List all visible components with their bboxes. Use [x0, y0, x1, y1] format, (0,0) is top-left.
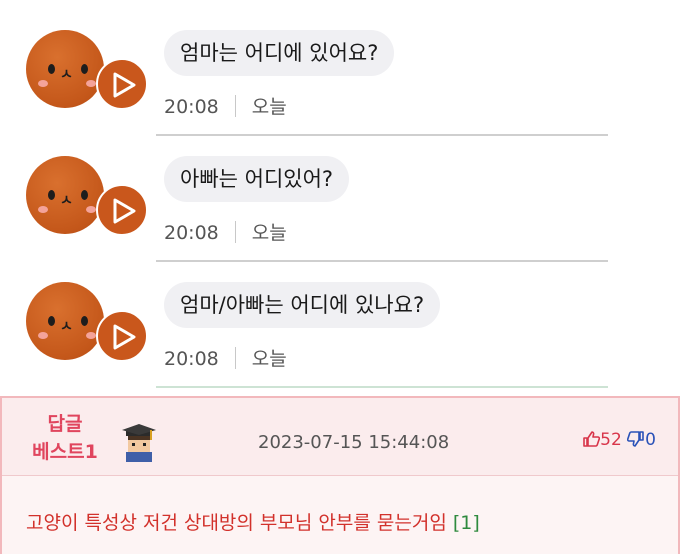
message-time: 20:08: [164, 96, 219, 118]
meta-separator: [234, 95, 236, 117]
cat-avatar-icon: ㅅ: [26, 282, 104, 360]
badge-line2: 베스트1: [32, 441, 98, 463]
message-day: 오늘: [251, 96, 287, 118]
reply-date: 2023-07-15 15:44:08: [258, 432, 450, 453]
play-icon: [113, 198, 136, 224]
play-button[interactable]: [96, 184, 148, 236]
best-reply-badge: 답글 베스트1: [22, 410, 108, 466]
thumbs-up-icon[interactable]: [582, 430, 601, 448]
downvote-count: 0: [645, 430, 656, 450]
vote-group: 52 0: [582, 430, 656, 450]
message-meta: 20:08 오늘: [164, 92, 287, 119]
message-item: ㅅ 엄마는 어디에 있어요? 20:08 오늘: [0, 0, 680, 126]
play-button[interactable]: [96, 58, 148, 110]
message-meta: 20:08 오늘: [164, 344, 287, 371]
cat-avatar-icon: ㅅ: [26, 30, 104, 108]
message-day: 오늘: [251, 222, 287, 244]
user-icon[interactable]: [120, 424, 158, 462]
message-meta: 20:08 오늘: [164, 218, 287, 245]
best-reply: 답글 베스트1 2023-07-15 15:44:08 52 0 고양이 특성상…: [0, 396, 680, 554]
meta-separator: [234, 221, 236, 243]
cat-avatar-icon: ㅅ: [26, 156, 104, 234]
play-icon: [113, 72, 136, 98]
thumbs-down-icon[interactable]: [627, 430, 645, 448]
reply-header: 답글 베스트1 2023-07-15 15:44:08 52 0: [2, 398, 678, 476]
message-day: 오늘: [251, 348, 287, 370]
reply-count[interactable]: [1]: [453, 512, 480, 534]
divider: [156, 386, 608, 388]
play-icon: [113, 324, 136, 350]
message-bubble: 아빠는 어디있어?: [164, 156, 350, 202]
meta-separator: [234, 347, 236, 369]
reply-text[interactable]: 고양이 특성상 저건 상대방의 부모님 안부를 묻는거임 [1]: [26, 508, 480, 535]
message-item: ㅅ 엄마/아빠는 어디에 있나요? 20:08 오늘: [0, 252, 680, 378]
play-button[interactable]: [96, 310, 148, 362]
message-time: 20:08: [164, 222, 219, 244]
upvote-count: 52: [600, 430, 622, 450]
message-bubble: 엄마는 어디에 있어요?: [164, 30, 395, 76]
message-time: 20:08: [164, 348, 219, 370]
message-item: ㅅ 아빠는 어디있어? 20:08 오늘: [0, 126, 680, 252]
message-bubble: 엄마/아빠는 어디에 있나요?: [164, 282, 441, 328]
badge-line1: 답글: [47, 413, 83, 435]
reply-body-text: 고양이 특성상 저건 상대방의 부모님 안부를 묻는거임: [26, 512, 447, 534]
